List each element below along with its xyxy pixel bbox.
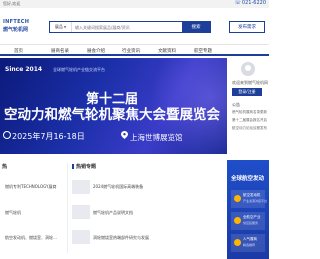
notice-item[interactable]: 燃气轮机展商名录更新 bbox=[232, 110, 268, 115]
list-item[interactable]: 2024燃气轮机国际高端装备 bbox=[93, 184, 159, 190]
thumbnail[interactable] bbox=[72, 180, 90, 194]
nav-item-aviation[interactable]: 航空专题 bbox=[194, 48, 212, 54]
list-item[interactable]: 航空发动机、燃烧室、涡轮… bbox=[5, 235, 65, 241]
aviation-row-sub: 精选推荐 bbox=[243, 243, 256, 247]
nav-item-news[interactable]: 行业资讯 bbox=[122, 48, 140, 54]
left-column-title-text: 热 bbox=[2, 164, 8, 170]
badge-icon bbox=[234, 195, 241, 202]
badge-icon bbox=[234, 217, 241, 224]
aviation-row-sub: 产业资源对接平台 bbox=[243, 199, 268, 203]
list-item[interactable]: 燃气轮机 bbox=[5, 210, 63, 216]
logo-en: INFTECH bbox=[3, 19, 30, 25]
site-logo[interactable]: INFTECH 燃气轮机网 bbox=[3, 19, 29, 33]
banner-title: 空动力和燃气轮机聚焦大会暨展览会 bbox=[4, 107, 220, 123]
banner-venue: 上海世博展览馆 bbox=[130, 133, 183, 142]
avatar bbox=[241, 62, 255, 76]
search-category-select[interactable]: 展品 ▼ bbox=[50, 22, 72, 32]
left-column-title: 热 bbox=[2, 163, 7, 170]
login-button[interactable]: 登录/注册 bbox=[232, 88, 262, 96]
greeting-text: 您好,欢迎 bbox=[3, 1, 21, 6]
middle-column-title-text: 热销专题 bbox=[76, 164, 97, 170]
search-button[interactable]: 搜索 bbox=[182, 22, 210, 32]
aviation-row-text: 人气展商 bbox=[243, 237, 257, 241]
list-item[interactable]: 涡轮燃烧室热端部件研究与发展 bbox=[93, 235, 161, 241]
aviation-title: 全球航空发动 bbox=[231, 176, 265, 182]
notice-title: 公告 bbox=[232, 102, 240, 107]
phone-number: 021-6220 bbox=[241, 0, 266, 6]
list-item[interactable]: 燃气轮机产品说明文档 bbox=[93, 210, 159, 216]
badge-icon bbox=[234, 239, 241, 246]
aviation-row-sub: 供应链服务 bbox=[243, 221, 259, 225]
nav-item-expo[interactable]: 展会介绍 bbox=[87, 48, 105, 54]
aviation-row[interactable]: 全航空产业 供应链服务 bbox=[231, 212, 265, 230]
aviation-row-text: 全航空产业 bbox=[243, 215, 261, 219]
location-pin-icon bbox=[121, 131, 128, 139]
search-category-label: 展品 bbox=[54, 24, 63, 29]
nav-item-home[interactable]: 首页 bbox=[14, 48, 23, 54]
notice-item[interactable]: 航空动力论坛议程发布 bbox=[232, 126, 268, 131]
thumbnail[interactable] bbox=[72, 230, 90, 244]
banner-since: Since 2014 bbox=[5, 66, 43, 73]
notice-item[interactable]: 第十二届展会报名开启 bbox=[232, 118, 268, 123]
publish-button[interactable]: 发布需求 bbox=[229, 21, 265, 33]
aviation-row[interactable]: 航空发动机 产业资源对接平台 bbox=[231, 190, 268, 208]
column-divider bbox=[67, 163, 68, 253]
search-input[interactable] bbox=[72, 22, 182, 32]
phone-icon: ☏ bbox=[234, 0, 241, 6]
hero-banner[interactable]: Since 2014 全球燃气轮机产业链交流平台 第十二届 空动力和燃气轮机聚焦… bbox=[0, 58, 227, 154]
middle-column-title: 热销专题 bbox=[72, 163, 96, 170]
logo-cn: 燃气轮机网 bbox=[3, 27, 29, 33]
login-panel: 欢迎来到燃气轮机网 登录/注册 公告 燃气轮机展商名录更新 第十二届展会报名开启… bbox=[227, 58, 269, 154]
nav-item-exhibitors[interactable]: 展商名录 bbox=[51, 48, 69, 54]
banner-date: 2025年7月16-18日 bbox=[12, 132, 85, 141]
hotline[interactable]: ☏021-6220 bbox=[235, 0, 266, 6]
welcome-text: 欢迎来到燃气轮机网 bbox=[232, 80, 268, 85]
top-bar: 您好,欢迎 ☏021-6220 bbox=[0, 0, 269, 8]
search-bar: 展品▼ 搜索 bbox=[49, 21, 211, 33]
main-nav: 首页 展商名录 展会介绍 行业资讯 文献资料 航空专题 bbox=[0, 44, 269, 56]
list-item[interactable]: 燃机专利TECHNOLOGY展商 bbox=[5, 184, 63, 190]
aviation-row-text: 航空发动机 bbox=[243, 193, 261, 197]
title-bar-icon bbox=[72, 164, 74, 169]
aviation-row[interactable]: 人气展商 精选推荐 bbox=[231, 234, 265, 252]
banner-tagline: 全球燃气轮机产业链交流平台 bbox=[53, 67, 105, 72]
clock-icon bbox=[3, 131, 11, 139]
chevron-down-icon: ▼ bbox=[63, 25, 67, 29]
aviation-promo[interactable]: 全球航空发动 航空发动机 产业资源对接平台 全航空产业 供应链服务 人气展商 精… bbox=[227, 160, 269, 259]
thumbnail[interactable] bbox=[72, 205, 90, 219]
nav-item-docs[interactable]: 文献资料 bbox=[158, 48, 176, 54]
